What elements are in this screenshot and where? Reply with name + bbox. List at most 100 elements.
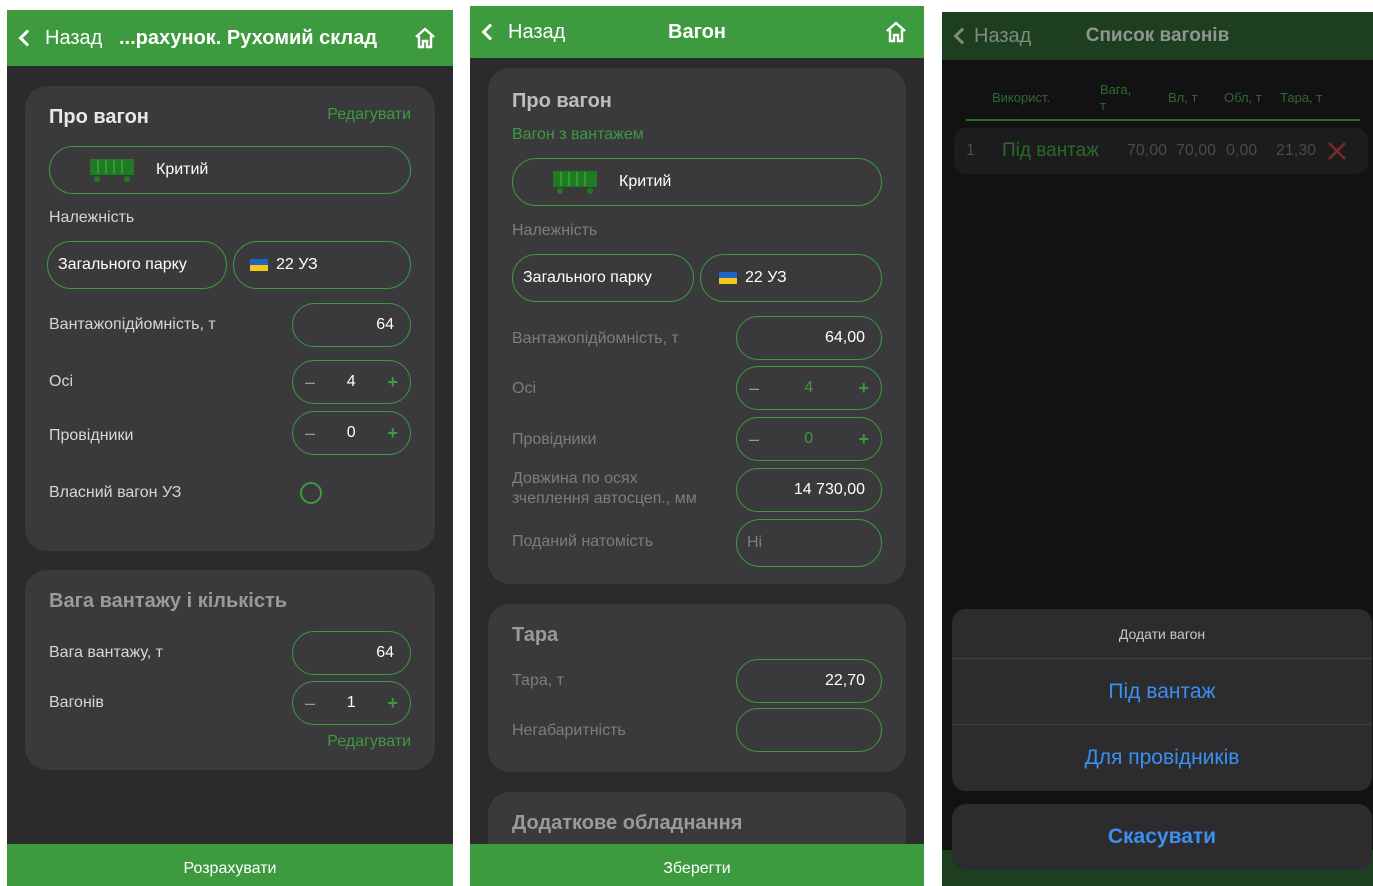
card-title: Додаткове обладнання [512, 812, 743, 834]
conductors-stepper[interactable]: – 0 + [736, 417, 882, 461]
axles-value: 4 [804, 379, 814, 396]
cargo-weight-field[interactable]: 64 [292, 631, 411, 675]
about-wagon-card: Про вагон Редагувати Критий Належність З… [25, 86, 435, 551]
cargo-weight-label: Вага вантажу, т [49, 644, 163, 661]
wagon-type-selector[interactable]: Критий [512, 158, 882, 206]
railway-selector[interactable]: 22 УЗ [233, 241, 411, 289]
minus-button[interactable]: – [749, 378, 759, 399]
column-header-equipment: Обл, т [1224, 90, 1262, 105]
back-label: Назад [45, 26, 103, 49]
header: Назад Вагон [470, 6, 924, 58]
edit-link[interactable]: Редагувати [327, 733, 411, 751]
row-weight: 70,00 [1127, 142, 1168, 159]
ukraine-flag-icon [719, 272, 737, 284]
column-header-own: Вл, т [1168, 90, 1198, 105]
plus-button[interactable]: + [387, 372, 398, 393]
row-tare: 21,30 [1276, 142, 1317, 159]
ownership-label: Належність [512, 222, 598, 239]
plus-button[interactable]: + [858, 429, 869, 450]
wagon-type-selector[interactable]: Критий [49, 146, 411, 194]
wagon-icon [553, 171, 597, 194]
conductors-label: Провідники [512, 431, 597, 448]
edit-link[interactable]: Редагувати [327, 106, 411, 124]
minus-button[interactable]: – [305, 693, 315, 714]
tare-label: Тара, т [512, 672, 564, 689]
wagon-icon [90, 159, 134, 182]
header: Назад Список вагонів [942, 12, 1373, 60]
capacity-field[interactable]: 64 [292, 303, 411, 347]
column-header-weight: Вага, т [1100, 82, 1132, 113]
action-sheet-title: Додати вагон [952, 609, 1372, 659]
railway-value: 22 УЗ [745, 269, 787, 286]
plus-button[interactable]: + [387, 693, 398, 714]
axles-stepper[interactable]: – 4 + [736, 366, 882, 410]
back-button[interactable]: Назад [17, 10, 102, 66]
wagons-stepper[interactable]: – 1 + [292, 681, 411, 725]
axles-label: Осі [49, 373, 73, 390]
wagons-value: 1 [346, 694, 356, 711]
capacity-field[interactable]: 64,00 [736, 316, 882, 360]
add-under-cargo-button[interactable]: Під вантаж [952, 659, 1372, 725]
column-header-use: Використ. [992, 90, 1051, 105]
conductors-value: 0 [804, 430, 814, 447]
calculate-button[interactable]: Розрахувати [7, 844, 453, 886]
axles-value: 4 [346, 373, 356, 390]
oversize-field[interactable] [736, 708, 882, 752]
railway-value: 22 УЗ [276, 256, 318, 273]
wagon-list-screen: Назад Список вагонів Використ. Вага, т В… [942, 12, 1373, 886]
length-field[interactable]: 14 730,00 [736, 468, 882, 512]
cancel-button[interactable]: Скасувати [952, 804, 1372, 870]
delete-icon[interactable] [1326, 140, 1348, 162]
minus-button[interactable]: – [305, 423, 315, 444]
conductors-value: 0 [346, 424, 356, 441]
length-label-line2: зчеплення автосцеп., мм [512, 490, 697, 507]
calculation-screen: Назад ...рахунок. Рухомий склад Про ваго… [7, 10, 453, 886]
tare-field[interactable]: 22,70 [736, 659, 882, 703]
page-title: ...рахунок. Рухомий склад [119, 26, 378, 49]
own-wagon-radio[interactable] [300, 482, 322, 504]
card-title: Про вагон [512, 90, 612, 112]
chevron-left-icon [18, 29, 36, 47]
header-divider [966, 119, 1360, 121]
ownership-label: Належність [49, 209, 135, 226]
axles-label: Осі [512, 380, 536, 397]
card-title: Вага вантажу і кількість [49, 590, 288, 612]
wagon-screen: Назад Вагон Про вагон Вагон з вантажем К… [470, 6, 924, 886]
home-icon[interactable] [413, 26, 437, 50]
wagons-label: Вагонів [49, 694, 104, 711]
axles-stepper[interactable]: – 4 + [292, 360, 411, 404]
railway-selector[interactable]: 22 УЗ [700, 254, 882, 302]
table-row[interactable]: 1 Під вантаж 70,00 70,00 0,00 21,30 [954, 128, 1368, 174]
minus-button[interactable]: – [305, 372, 315, 393]
capacity-label: Вантажопідйомність, т [49, 316, 216, 333]
plus-button[interactable]: + [387, 423, 398, 444]
wagon-type-value: Критий [619, 173, 672, 190]
capacity-label: Вантажопідйомність, т [512, 330, 679, 347]
length-label-line1: Довжина по осях [512, 470, 638, 487]
instead-field[interactable]: Ні [736, 519, 882, 567]
row-number: 1 [966, 142, 975, 159]
plus-button[interactable]: + [858, 378, 869, 399]
instead-label: Поданий натомість [512, 533, 654, 550]
minus-button[interactable]: – [749, 429, 759, 450]
park-selector[interactable]: Загального парку [512, 254, 694, 302]
page-title: Список вагонів [1085, 25, 1230, 46]
save-button[interactable]: Зберегти [470, 844, 924, 886]
column-header-tare: Тара, т [1280, 90, 1323, 105]
add-for-conductors-button[interactable]: Для провідників [952, 725, 1372, 791]
home-icon[interactable] [884, 20, 908, 44]
loaded-wagon-link[interactable]: Вагон з вантажем [512, 126, 644, 144]
park-selector[interactable]: Загального парку [47, 241, 227, 289]
conductors-stepper[interactable]: – 0 + [292, 411, 411, 455]
row-equipment: 0,00 [1226, 142, 1258, 159]
ukraine-flag-icon [250, 259, 268, 271]
about-wagon-card: Про вагон Вагон з вантажем Критий Належн… [488, 68, 906, 584]
row-use: Під вантаж [1002, 140, 1099, 161]
header: Назад ...рахунок. Рухомий склад [7, 10, 453, 66]
oversize-label: Негабаритність [512, 722, 626, 739]
card-title: Тара [512, 624, 559, 646]
cargo-weight-card: Вага вантажу і кількість Вага вантажу, т… [25, 570, 435, 770]
tare-card: Тара Тара, т 22,70 Негабаритність [488, 604, 906, 772]
wagon-type-value: Критий [156, 161, 209, 178]
own-wagon-label: Власний вагон УЗ [49, 484, 182, 501]
